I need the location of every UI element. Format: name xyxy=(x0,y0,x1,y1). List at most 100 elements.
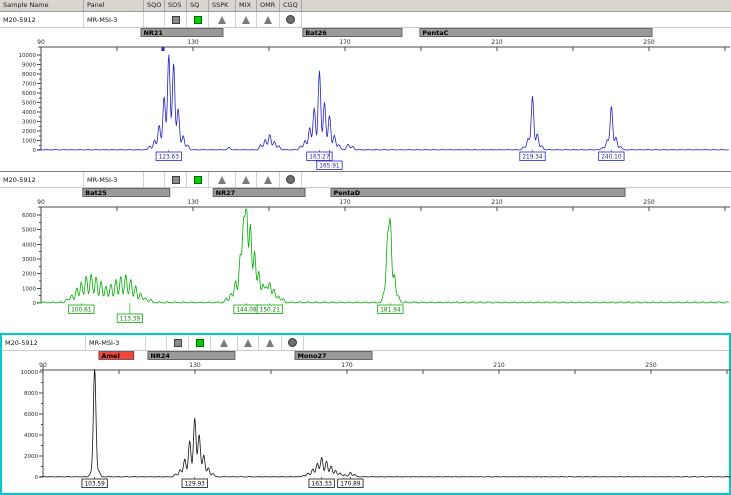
peak-size-label: 100.61 xyxy=(71,307,92,313)
flag-sos-square-icon xyxy=(165,172,187,187)
x-axis-tick-label: 210 xyxy=(491,199,503,206)
x-axis-tick-label: 90 xyxy=(37,199,45,206)
sspk-status-glyph xyxy=(218,176,226,184)
sample-row[interactable]: M20-5912MR-MSI-3 xyxy=(0,12,731,28)
column-header-panel[interactable]: Panel xyxy=(84,0,144,11)
column-header-sos[interactable]: SOS xyxy=(165,0,187,11)
electropherogram-plot[interactable]: AmelNR24Mono2790130170210250020004000600… xyxy=(2,351,731,493)
y-axis-tick-label: 2000 xyxy=(22,272,36,278)
x-axis-tick-label: 90 xyxy=(37,39,45,46)
peak-size-label: 219.34 xyxy=(522,154,543,160)
marker-label: NR27 xyxy=(216,189,236,197)
x-axis-tick-label: 250 xyxy=(643,199,655,206)
marker-bar-pentac[interactable] xyxy=(420,29,652,37)
dye-trace xyxy=(37,55,728,150)
x-axis-tick-label: 130 xyxy=(187,199,199,206)
y-axis-tick-label: 2000 xyxy=(24,454,38,460)
sample-row[interactable]: M20-5912MR-MSI-3 xyxy=(2,335,729,351)
sample-row[interactable]: M20-5912MR-MSI-3 xyxy=(0,172,731,188)
omr-status-glyph xyxy=(266,339,274,347)
peak-size-label: 144.08 xyxy=(236,307,257,313)
sample-row-filler xyxy=(304,335,729,350)
flag-sqo-cell xyxy=(144,12,165,27)
marker-label: PentaD xyxy=(333,189,360,197)
peak-size-label: 123.63 xyxy=(159,154,180,160)
sspk-status-glyph xyxy=(218,16,226,24)
marker-label: Amel xyxy=(101,352,119,360)
sample-name: M20-5912 xyxy=(0,12,84,27)
flag-mix-triangle-icon xyxy=(238,335,259,350)
electropherogram-panel-3: M20-5912MR-MSI-3AmelNR24Mono279013017021… xyxy=(0,333,731,495)
electropherogram-panels: M20-5912MR-MSI-3NR21Bat26PentaC901301702… xyxy=(0,12,731,495)
y-axis-tick-label: 10000 xyxy=(19,53,37,59)
dye-trace xyxy=(39,369,730,477)
peak-size-label: 103.59 xyxy=(84,481,105,487)
flag-mix-triangle-icon xyxy=(236,172,257,187)
flag-sq-square-icon xyxy=(187,172,209,187)
flag-sos-square-icon xyxy=(167,335,189,350)
marker-label: Mono27 xyxy=(297,352,326,360)
column-header-omr[interactable]: OMR xyxy=(257,0,280,11)
y-axis-tick-label: 3000 xyxy=(22,257,36,263)
y-axis-tick-label: 6000 xyxy=(24,412,38,418)
column-header-cgq[interactable]: CGQ xyxy=(280,0,302,11)
x-axis-tick-label: 170 xyxy=(339,39,351,46)
y-axis-tick-label: 0 xyxy=(35,475,39,481)
y-axis-tick-label: 2000 xyxy=(22,129,36,135)
flag-omr-triangle-icon xyxy=(257,12,280,27)
y-axis-tick-label: 9000 xyxy=(22,63,36,69)
y-axis-tick-label: 6000 xyxy=(22,91,36,97)
sos-status-glyph xyxy=(174,339,182,347)
mix-status-glyph xyxy=(242,176,250,184)
marker-label: NR24 xyxy=(150,352,170,360)
mix-status-glyph xyxy=(242,16,250,24)
panel-name: MR-MSI-3 xyxy=(86,335,146,350)
column-header-sspk[interactable]: SSPK xyxy=(209,0,236,11)
peak-size-label: 240.10 xyxy=(601,154,622,160)
marker-bar-pentad[interactable] xyxy=(331,189,625,197)
x-axis-tick-label: 210 xyxy=(493,362,505,369)
x-axis-tick-label: 250 xyxy=(643,39,655,46)
flag-omr-triangle-icon xyxy=(257,172,280,187)
marker-label: NR21 xyxy=(143,29,163,37)
peak-size-label: 129.93 xyxy=(185,481,206,487)
peak-size-label: 163.33 xyxy=(312,481,333,487)
y-axis-tick-label: 8000 xyxy=(22,72,36,78)
flag-sqo-cell xyxy=(144,172,165,187)
sq-status-glyph xyxy=(194,16,202,24)
peak-size-label: 181.94 xyxy=(380,307,401,313)
y-axis-tick-label: 10000 xyxy=(21,370,39,376)
electropherogram-plot[interactable]: Bat25NR27PentaD9013017021025001000200030… xyxy=(0,188,731,333)
column-header-mix[interactable]: MIX xyxy=(236,0,257,11)
x-axis-tick-label: 210 xyxy=(491,39,503,46)
electropherogram-panel-1: M20-5912MR-MSI-3NR21 Bat26 PentaC 90 130 170 2… xyxy=(0,12,731,171)
peak-size-label: 113.39 xyxy=(120,316,141,322)
peak-size-label: 170.89 xyxy=(340,481,361,487)
column-header-sample-name[interactable]: Sample Name xyxy=(0,0,84,11)
cgq-status-glyph xyxy=(286,175,295,184)
y-axis-tick-label: 4000 xyxy=(24,433,38,439)
sample-name: M20-5912 xyxy=(2,335,86,350)
y-axis-tick-label: 0 xyxy=(33,301,37,307)
marker-label: Bat26 xyxy=(305,29,327,37)
column-header-sqo[interactable]: SQO xyxy=(144,0,165,11)
sample-name: M20-5912 xyxy=(0,172,84,187)
peak-size-label: 163.27 xyxy=(309,154,330,160)
flag-sspk-triangle-icon xyxy=(209,12,236,27)
marker-label: PentaC xyxy=(422,29,448,37)
y-axis-tick-label: 1000 xyxy=(22,139,36,145)
x-axis-tick-label: 170 xyxy=(341,362,353,369)
y-axis-tick-label: 8000 xyxy=(24,391,38,397)
y-axis-tick-label: 6000 xyxy=(22,213,36,219)
peak-size-label: 150.21 xyxy=(260,307,281,313)
y-axis-tick-label: 7000 xyxy=(22,82,36,88)
axis-cursor-marker xyxy=(161,48,164,52)
flag-cgq-circle-icon xyxy=(282,335,304,350)
marker-label: Bat25 xyxy=(85,189,107,197)
column-header-sq[interactable]: SQ xyxy=(187,0,209,11)
x-axis-tick-label: 130 xyxy=(187,39,199,46)
electropherogram-plot[interactable]: NR21Bat26PentaC9013017021025001000200030… xyxy=(0,28,731,171)
flag-mix-triangle-icon xyxy=(236,12,257,27)
sample-row-filler xyxy=(302,12,731,27)
flag-sq-square-icon xyxy=(187,12,209,27)
